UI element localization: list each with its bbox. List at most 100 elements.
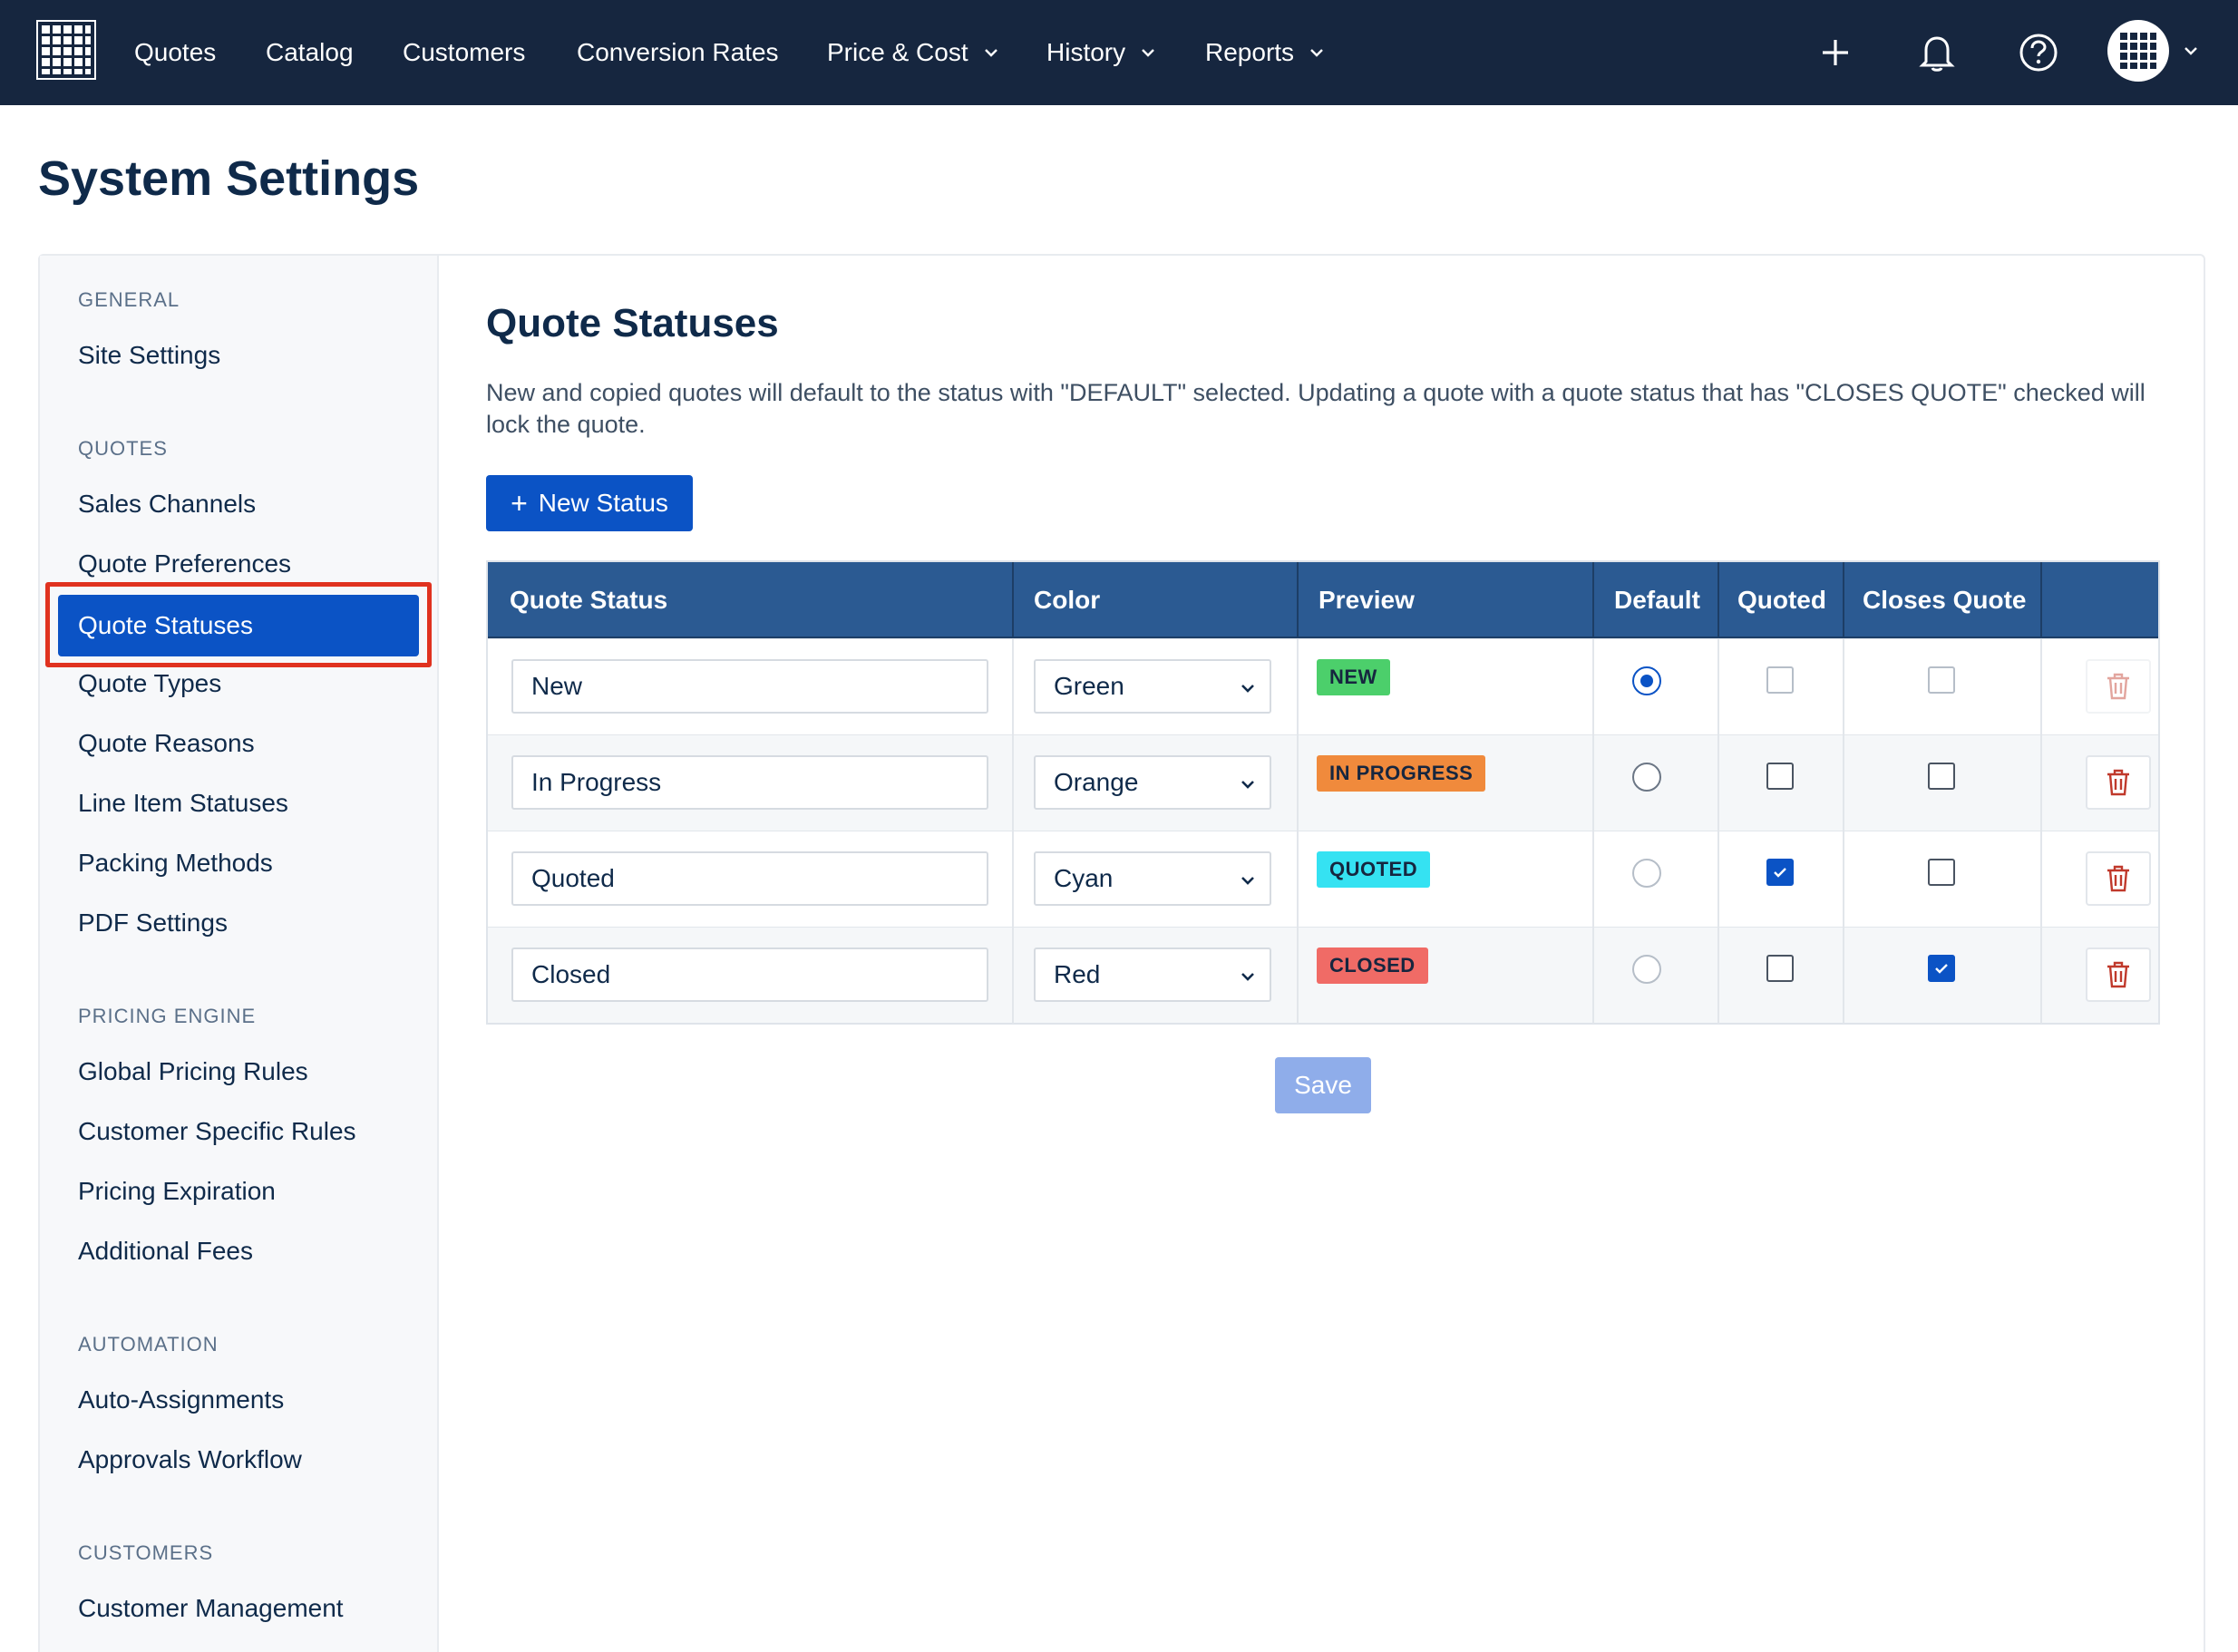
column-divider [1717, 562, 1719, 638]
delete-button[interactable] [2086, 851, 2151, 906]
color-select[interactable]: Cyan [1034, 851, 1271, 906]
nav-label: Catalog [266, 38, 354, 66]
column-header: Default [1614, 586, 1700, 614]
sidebar-item-packing-methods[interactable]: Packing Methods [78, 849, 273, 878]
checkmark-icon [1774, 868, 1786, 878]
column-divider [1297, 735, 1299, 831]
sidebar-item-approvals-workflow[interactable]: Approvals Workflow [78, 1445, 302, 1474]
column-divider [1843, 831, 1844, 928]
sidebar-item-additional-fees[interactable]: Additional Fees [78, 1237, 253, 1266]
status-badge: IN PROGRESS [1317, 755, 1486, 792]
nav-customers[interactable]: Customers [403, 0, 525, 105]
plus-icon[interactable] [1810, 27, 1861, 78]
table-row: Closed Red CLOSED [488, 927, 2158, 1024]
table-row: Quoted Cyan QUOTED [488, 831, 2158, 928]
status-name-input[interactable]: In Progress [511, 755, 988, 810]
closes-quote-checkbox[interactable] [1928, 859, 1955, 886]
trash-icon [2107, 961, 2129, 988]
sidebar-item-quote-types[interactable]: Quote Types [78, 669, 221, 698]
status-name-input[interactable]: Quoted [511, 851, 988, 906]
avatar[interactable] [2107, 20, 2169, 82]
sidebar-item-auto-assignments[interactable]: Auto-Assignments [78, 1385, 284, 1414]
column-divider [1717, 928, 1719, 1024]
chevron-down-icon [1310, 49, 1323, 57]
nav-reports[interactable]: Reports [1205, 0, 1325, 105]
quote-status-table: Quote Status Color Preview Default Quote… [486, 560, 2160, 1025]
help-icon[interactable] [2013, 27, 2064, 78]
save-button[interactable]: Save [1275, 1057, 1371, 1113]
column-divider [1592, 735, 1594, 831]
column-divider [1012, 639, 1014, 735]
nav-history[interactable]: History [1046, 0, 1156, 105]
color-select[interactable]: Orange [1034, 755, 1271, 810]
sidebar-item-pricing-expiration[interactable]: Pricing Expiration [78, 1177, 276, 1206]
sidebar-item-quote-reasons[interactable]: Quote Reasons [78, 729, 255, 758]
color-select[interactable]: Green [1034, 659, 1271, 714]
nav-quotes[interactable]: Quotes [134, 0, 216, 105]
column-header: Closes Quote [1863, 586, 2027, 614]
sidebar-item-global-pricing-rules[interactable]: Global Pricing Rules [78, 1057, 308, 1086]
sidebar-item-quote-preferences[interactable]: Quote Preferences [78, 549, 291, 578]
sidebar-item-site-settings[interactable]: Site Settings [78, 341, 220, 370]
column-divider [1843, 928, 1844, 1024]
sidebar-item-sales-channels[interactable]: Sales Channels [78, 490, 256, 519]
status-badge: NEW [1317, 659, 1390, 695]
default-radio[interactable] [1632, 666, 1661, 695]
chevron-down-icon [1241, 973, 1254, 981]
closes-quote-checkbox[interactable] [1928, 763, 1955, 790]
quoted-checkbox[interactable] [1766, 955, 1794, 982]
nav-label: History [1046, 38, 1126, 66]
sidebar-heading-general: GENERAL [78, 288, 180, 311]
grid-logo-icon[interactable] [36, 20, 96, 80]
table-header: Quote Status Color Preview Default Quote… [488, 562, 2158, 638]
sidebar-item-quote-statuses[interactable]: Quote Statuses [58, 595, 419, 656]
column-divider [2040, 562, 2042, 638]
column-divider [1297, 562, 1299, 638]
status-badge: QUOTED [1317, 851, 1431, 888]
sidebar-item-customer-specific-rules[interactable]: Customer Specific Rules [78, 1117, 356, 1146]
quoted-checkbox[interactable] [1766, 859, 1794, 886]
column-divider [1012, 928, 1014, 1024]
default-radio[interactable] [1632, 859, 1661, 888]
quoted-checkbox[interactable] [1766, 763, 1794, 790]
default-radio[interactable] [1632, 955, 1661, 984]
chevron-down-icon [984, 49, 997, 57]
column-header: Quote Status [510, 586, 668, 614]
chevron-down-icon[interactable] [2182, 42, 2200, 60]
nav-label: Quotes [134, 38, 217, 66]
closes-quote-checkbox[interactable] [1928, 955, 1955, 982]
chevron-down-icon [1241, 685, 1254, 693]
sidebar-item-line-item-statuses[interactable]: Line Item Statuses [78, 789, 288, 818]
status-name-input[interactable]: Closed [511, 947, 988, 1002]
column-divider [1012, 562, 1014, 638]
default-radio[interactable] [1632, 763, 1661, 792]
trash-icon [2107, 769, 2129, 796]
delete-button[interactable] [2086, 755, 2151, 810]
nav-label: Price & Cost [827, 38, 968, 66]
new-status-button[interactable]: + New Status [486, 475, 693, 531]
quoted-checkbox[interactable] [1766, 666, 1794, 694]
nav-price-cost[interactable]: Price & Cost [827, 0, 999, 105]
section-description: New and copied quotes will default to th… [486, 379, 2146, 438]
column-divider [2040, 735, 2042, 831]
chevron-down-icon [1241, 781, 1254, 789]
bell-icon[interactable] [1912, 27, 1962, 78]
delete-button[interactable] [2086, 659, 2151, 714]
color-select[interactable]: Red [1034, 947, 1271, 1002]
delete-button[interactable] [2086, 947, 2151, 1002]
column-divider [1592, 928, 1594, 1024]
status-name-input[interactable]: New [511, 659, 988, 714]
nav-catalog[interactable]: Catalog [266, 0, 354, 105]
nav-conversion-rates[interactable]: Conversion Rates [577, 0, 779, 105]
sidebar-item-customer-management[interactable]: Customer Management [78, 1594, 344, 1623]
nav-label: Customers [403, 38, 526, 66]
sidebar-heading-pricing-engine: PRICING ENGINE [78, 1005, 257, 1027]
column-divider [1843, 639, 1844, 735]
color-value: Cyan [1054, 864, 1114, 892]
column-divider [1843, 562, 1844, 638]
sidebar-item-pdf-settings[interactable]: PDF Settings [78, 909, 228, 938]
closes-quote-checkbox[interactable] [1928, 666, 1955, 694]
column-header: Preview [1318, 586, 1415, 614]
nav-label: Conversion Rates [577, 38, 779, 66]
chevron-down-icon [1241, 877, 1254, 885]
